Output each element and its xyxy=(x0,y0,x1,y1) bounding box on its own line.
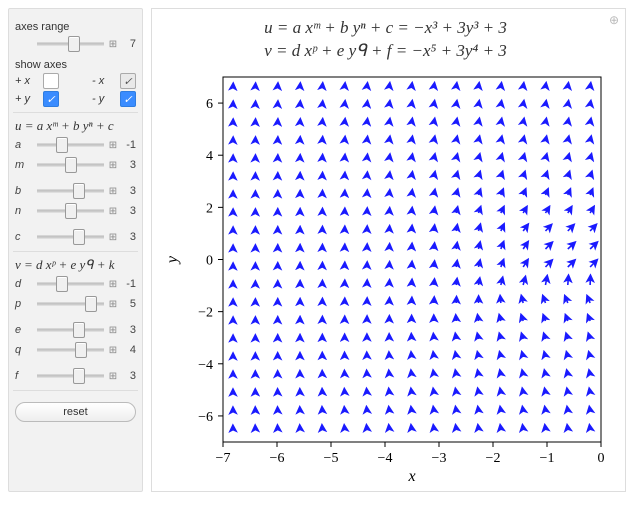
slider-q[interactable] xyxy=(37,343,104,357)
plot-title-2: v = d xᵖ + e yᑫ + f = −x⁵ + 3y⁴ + 3 xyxy=(156,40,615,63)
slider-label-n: n xyxy=(15,205,33,217)
expand-icon[interactable]: ⊞ xyxy=(108,206,118,217)
axes-range-label: axes range xyxy=(15,21,136,33)
slider-label-f: f xyxy=(15,370,33,382)
plot-area: ⊕ u = a xᵐ + b yⁿ + c = −x³ + 3y³ + 3 v … xyxy=(151,8,626,492)
expand-icon[interactable]: ⊞ xyxy=(108,371,118,382)
slider-f[interactable] xyxy=(37,369,104,383)
svg-text:−1: −1 xyxy=(539,451,554,466)
svg-text:6: 6 xyxy=(206,97,213,112)
expand-icon[interactable]: ⊞ xyxy=(108,140,118,151)
slider-value-p: 5 xyxy=(122,298,136,310)
svg-text:0: 0 xyxy=(206,253,213,268)
expand-icon[interactable]: ⊞ xyxy=(108,39,118,50)
slider-value-n: 3 xyxy=(122,205,136,217)
svg-text:4: 4 xyxy=(206,149,213,164)
slider-d[interactable] xyxy=(37,277,104,291)
control-panel: axes range ⊞ 7 show axes + x - x + y - y… xyxy=(8,8,143,492)
eq-v: v = d xᵖ + e yᑫ + k xyxy=(15,257,136,273)
mx-checkbox[interactable] xyxy=(120,73,136,89)
svg-text:x: x xyxy=(407,468,415,485)
vector-field-plot: −7 −6 −5 −4 −3 −2 −1 0 −6 −4 −2 0 2 4 6 x y xyxy=(161,67,611,487)
slider-m[interactable] xyxy=(37,158,104,172)
slider-c[interactable] xyxy=(37,230,104,244)
my-checkbox[interactable] xyxy=(120,91,136,107)
px-checkbox[interactable] xyxy=(43,73,59,89)
plot-title-1: u = a xᵐ + b yⁿ + c = −x³ + 3y³ + 3 xyxy=(156,17,615,40)
slider-label-a: a xyxy=(15,139,33,151)
slider-label-q: q xyxy=(15,344,33,356)
py-checkbox[interactable] xyxy=(43,91,59,107)
expand-icon[interactable]: ⊞ xyxy=(108,325,118,336)
py-label: + y xyxy=(15,93,37,105)
slider-value-a: -1 xyxy=(122,139,136,151)
expand-icon[interactable]: ⊞ xyxy=(108,345,118,356)
expand-plot-icon[interactable]: ⊕ xyxy=(609,13,619,27)
slider-value-e: 3 xyxy=(122,324,136,336)
slider-label-e: e xyxy=(15,324,33,336)
slider-a[interactable] xyxy=(37,138,104,152)
slider-label-c: c xyxy=(15,231,33,243)
slider-label-m: m xyxy=(15,159,33,171)
slider-label-p: p xyxy=(15,298,33,310)
slider-label-b: b xyxy=(15,185,33,197)
expand-icon[interactable]: ⊞ xyxy=(108,186,118,197)
slider-e[interactable] xyxy=(37,323,104,337)
svg-text:−4: −4 xyxy=(377,451,392,466)
slider-p[interactable] xyxy=(37,297,104,311)
svg-text:0: 0 xyxy=(597,451,604,466)
axes-range-value: 7 xyxy=(122,38,136,50)
svg-text:−4: −4 xyxy=(198,358,213,373)
slider-value-d: -1 xyxy=(122,278,136,290)
svg-text:−2: −2 xyxy=(198,306,213,321)
slider-n[interactable] xyxy=(37,204,104,218)
svg-text:−6: −6 xyxy=(198,410,213,425)
expand-icon[interactable]: ⊞ xyxy=(108,160,118,171)
expand-icon[interactable]: ⊞ xyxy=(108,232,118,243)
show-axes-label: show axes xyxy=(15,59,136,71)
slider-value-f: 3 xyxy=(122,370,136,382)
reset-button[interactable]: reset xyxy=(15,402,136,422)
svg-text:−6: −6 xyxy=(269,451,284,466)
svg-text:−7: −7 xyxy=(215,451,230,466)
svg-text:y: y xyxy=(164,255,181,265)
slider-value-q: 4 xyxy=(122,344,136,356)
expand-icon[interactable]: ⊞ xyxy=(108,279,118,290)
eq-u: u = a xᵐ + b yⁿ + c xyxy=(15,118,136,134)
slider-b[interactable] xyxy=(37,184,104,198)
mx-label: - x xyxy=(92,75,114,87)
my-label: - y xyxy=(92,93,114,105)
svg-text:−3: −3 xyxy=(431,451,446,466)
px-label: + x xyxy=(15,75,37,87)
expand-icon[interactable]: ⊞ xyxy=(108,299,118,310)
axes-range-slider[interactable] xyxy=(37,37,104,51)
svg-text:−5: −5 xyxy=(323,451,338,466)
slider-value-c: 3 xyxy=(122,231,136,243)
slider-value-m: 3 xyxy=(122,159,136,171)
slider-label-d: d xyxy=(15,278,33,290)
svg-text:−2: −2 xyxy=(485,451,500,466)
slider-value-b: 3 xyxy=(122,185,136,197)
svg-text:2: 2 xyxy=(206,201,213,216)
